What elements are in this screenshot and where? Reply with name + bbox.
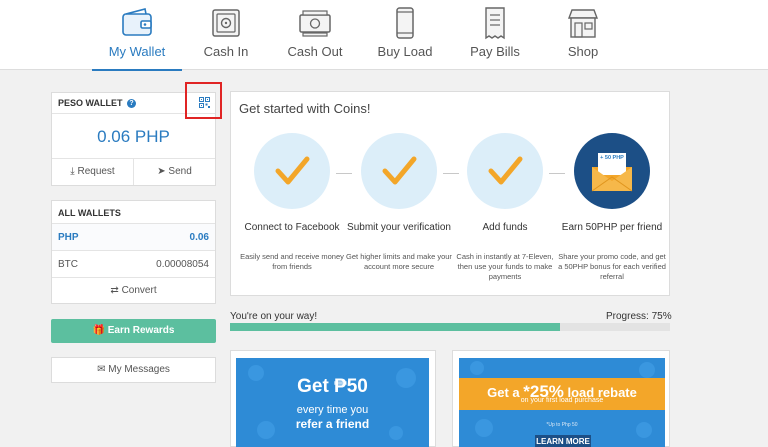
earn-rewards-button[interactable]: 🎁 Earn Rewards — [51, 319, 216, 343]
referral-banner[interactable]: Get ₱50 every time you refer a friend — [236, 358, 429, 447]
nav-label: My Wallet — [108, 44, 166, 59]
step-desc: Easily send and receive money from frien… — [240, 252, 344, 271]
step-earn-referral[interactable]: + 50 PHP Earn 50PHP per friend Share you… — [557, 133, 667, 282]
progress-message: You're on your way! — [230, 311, 318, 322]
nav-my-wallet[interactable]: My Wallet — [92, 0, 182, 71]
referral-cta: refer a friend — [295, 417, 370, 431]
load-subline: on your first load purchase — [520, 397, 604, 404]
gift-icon: 🎁 — [92, 325, 105, 336]
store-icon — [567, 9, 599, 38]
step-circle — [254, 133, 330, 209]
nav-label: Buy Load — [377, 44, 433, 59]
learn-more-button[interactable]: LEARN MORE › — [535, 435, 591, 447]
nav-cash-in[interactable]: Cash In — [196, 0, 256, 70]
all-wallets-title: ALL WALLETS — [52, 201, 215, 224]
referral-subline: every time you — [296, 404, 369, 416]
exchange-icon: ⇄ — [110, 285, 119, 296]
nav-label: Shop — [567, 44, 599, 59]
checkmark-icon — [275, 156, 310, 185]
top-nav: My Wallet Cash In Cash Out Buy Load Pay … — [0, 0, 768, 71]
envelope-money-icon — [591, 153, 633, 192]
wallet-row-php[interactable]: PHP 0.06 — [52, 224, 215, 251]
step-title: Earn 50PHP per friend — [561, 222, 663, 233]
progress-bar — [230, 323, 670, 331]
nav-label: Cash Out — [287, 44, 343, 59]
my-messages-button[interactable]: ✉ My Messages — [51, 357, 216, 383]
nav-shop[interactable]: Shop — [556, 0, 610, 70]
wallet-amount: 0.00008054 — [156, 258, 209, 270]
wallet-icon — [122, 8, 152, 36]
wallet-amount: 0.06 — [189, 231, 209, 243]
get-started-card: Get started with Coins! Connect to Faceb… — [230, 91, 670, 296]
send-button[interactable]: ➤ Send — [134, 159, 215, 185]
convert-button[interactable]: ⇄ Convert — [52, 278, 215, 304]
step-title: Submit your verification — [347, 222, 451, 233]
envelope-icon: ✉ — [97, 364, 106, 375]
step-desc: Share your promo code, and get a 50PHP b… — [558, 252, 666, 281]
load-rebate-banner[interactable]: Get a *25% load rebate on your first loa… — [459, 358, 665, 447]
wallet-currency: BTC — [58, 258, 78, 270]
referral-headline: Get ₱50 — [297, 376, 368, 397]
all-wallets-card: ALL WALLETS PHP 0.06 BTC 0.00008054 ⇄ Co… — [51, 200, 216, 304]
step-title: Connect to Facebook — [244, 222, 340, 233]
checkmark-icon — [382, 156, 417, 185]
nav-label: Cash In — [203, 44, 249, 59]
qr-code-icon[interactable] — [199, 97, 210, 108]
nav-buy-load[interactable]: Buy Load — [374, 0, 436, 70]
phone-icon — [396, 7, 414, 39]
request-label: Request — [77, 166, 115, 177]
bill-icon — [485, 7, 505, 40]
step-desc: Get higher limits and make your account … — [346, 252, 452, 271]
get-started-title: Get started with Coins! — [239, 101, 371, 116]
banner-pattern — [248, 365, 416, 440]
step-submit-verification[interactable]: Submit your verification Get higher limi… — [344, 133, 454, 272]
send-icon: ➤ — [157, 166, 166, 177]
peso-wallet-title: PESO WALLET — [58, 98, 123, 108]
download-icon: ⤓ — [70, 166, 75, 177]
progress-label: Progress: 75% — [606, 311, 672, 322]
send-label: Send — [168, 166, 192, 177]
nav-label: Pay Bills — [470, 44, 520, 59]
my-messages-label: My Messages — [108, 364, 170, 375]
step-circle: + 50 PHP — [574, 133, 650, 209]
step-circle — [467, 133, 543, 209]
cash-icon — [299, 10, 331, 37]
step-desc: Cash in instantly at 7-Eleven, then use … — [456, 252, 554, 281]
convert-label: Convert — [121, 285, 157, 296]
step-connect-facebook[interactable]: Connect to Facebook Easily send and rece… — [237, 133, 347, 272]
question-icon[interactable]: ? — [127, 99, 137, 109]
promo-badge: + 50 PHP — [600, 155, 624, 161]
nav-cash-out[interactable]: Cash Out — [282, 0, 348, 70]
request-button[interactable]: ⤓ Request — [52, 159, 134, 185]
load-note: *Up to Php 50 — [546, 422, 578, 428]
step-add-funds[interactable]: Add funds Cash in instantly at 7-Eleven,… — [450, 133, 560, 282]
wallet-row-btc[interactable]: BTC 0.00008054 — [52, 251, 215, 278]
progress-fill — [230, 323, 560, 331]
step-circle — [361, 133, 437, 209]
step-title: Add funds — [482, 222, 528, 233]
nav-pay-bills[interactable]: Pay Bills — [464, 0, 526, 70]
peso-wallet-balance: 0.06 PHP — [52, 114, 215, 159]
checkmark-icon — [488, 156, 523, 185]
wallet-currency: PHP — [58, 231, 79, 243]
earn-rewards-label: Earn Rewards — [107, 325, 175, 336]
safe-icon — [212, 9, 240, 37]
